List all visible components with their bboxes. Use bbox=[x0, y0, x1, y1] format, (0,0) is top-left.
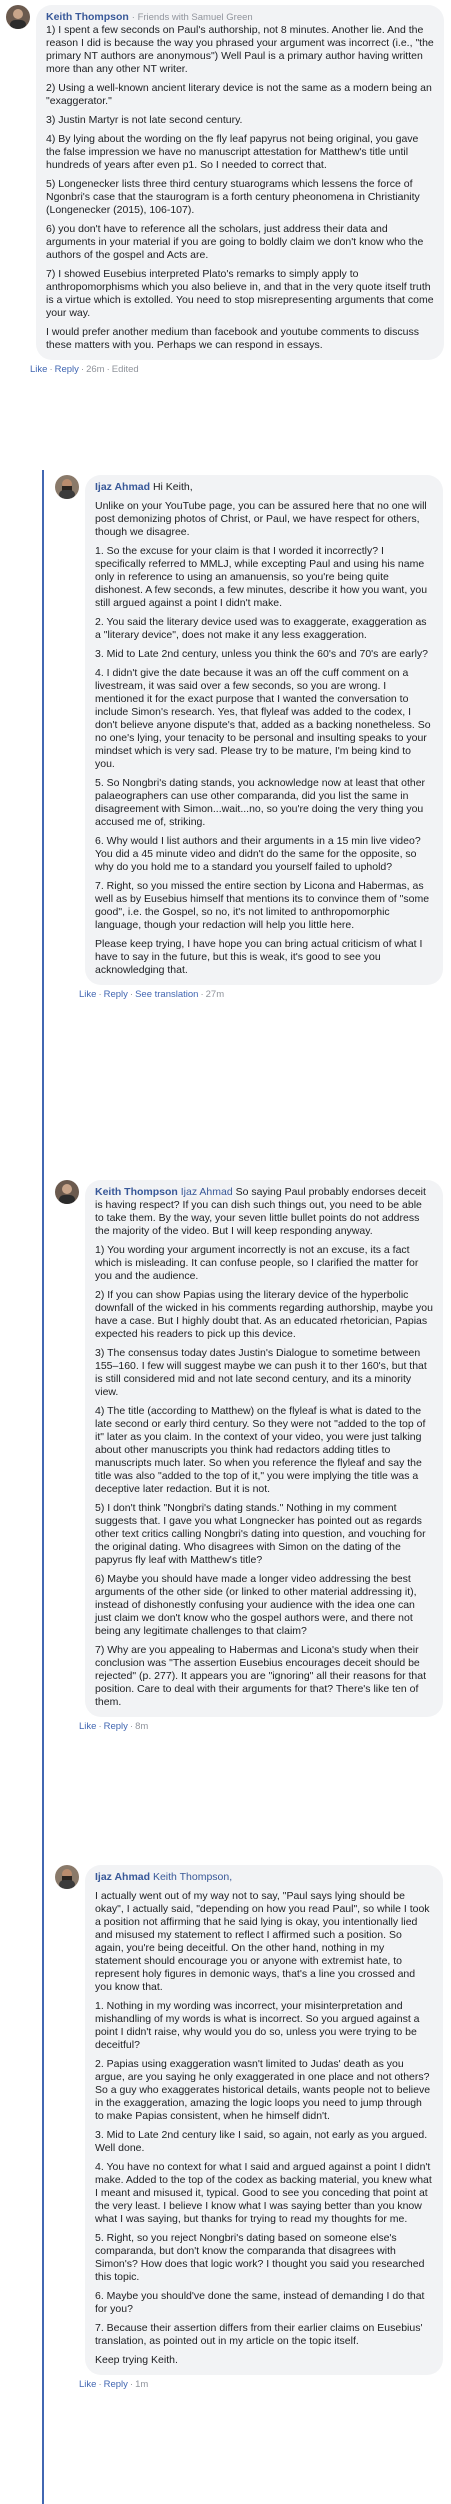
edited-label[interactable]: Edited bbox=[112, 364, 139, 375]
comment-bubble: Ijaz Ahmad Hi Keith, Unlike on your YouT… bbox=[85, 475, 443, 985]
comment-body: Keith Thompson Ijaz Ahmad So saying Paul… bbox=[95, 1186, 433, 1709]
comment-paragraph: I actually went out of my way not to say… bbox=[95, 1890, 430, 1993]
comment-paragraph: Keep trying Keith. bbox=[95, 2354, 178, 2366]
comment-actions: Like · Reply · 8m bbox=[79, 1721, 149, 1732]
reply-keith-2: Keith Thompson Ijaz Ahmad So saying Paul… bbox=[55, 1180, 445, 1733]
comment-paragraph: 3. Mid to Late 2nd century, unless you t… bbox=[95, 648, 429, 660]
comment-bubble: Keith Thompson Ijaz Ahmad So saying Paul… bbox=[85, 1180, 443, 1717]
reply-ijaz-1: Ijaz Ahmad Hi Keith, Unlike on your YouT… bbox=[55, 475, 445, 1001]
comment-bubble: Keith Thompson · Friends with Samuel Gre… bbox=[36, 5, 444, 360]
reply-button[interactable]: Reply bbox=[104, 989, 128, 1000]
reply-button[interactable]: Reply bbox=[104, 1721, 128, 1732]
comment-keith-1: Keith Thompson · Friends with Samuel Gre… bbox=[6, 5, 446, 376]
comment-paragraph: 3) The consensus today dates Justin's Di… bbox=[95, 1347, 427, 1398]
comment-paragraph: Please keep trying, I have hope you can … bbox=[95, 938, 423, 976]
comment-thread: Keith Thompson · Friends with Samuel Gre… bbox=[0, 0, 451, 2504]
comment-author[interactable]: Keith Thompson bbox=[46, 11, 129, 23]
comment-actions: Like · Reply · See translation · 27m bbox=[79, 989, 225, 1000]
like-button[interactable]: Like bbox=[79, 1721, 96, 1732]
reply-ijaz-2: Ijaz Ahmad Keith Thompson, I actually we… bbox=[55, 1865, 445, 2391]
avatar-ijaz[interactable] bbox=[55, 1865, 79, 1889]
comment-paragraph: 1) You wording your argument incorrectly… bbox=[95, 1244, 419, 1282]
comment-paragraph: 5. Right, so you reject Nongbri's dating… bbox=[95, 2232, 425, 2283]
comment-body: 1) I spent a few seconds on Paul's autho… bbox=[46, 24, 434, 352]
comment-bubble: Ijaz Ahmad Keith Thompson, I actually we… bbox=[85, 1865, 443, 2375]
mention-link[interactable]: Keith Thompson, bbox=[153, 1871, 232, 1883]
comment-paragraph: 1. Nothing in my wording was incorrect, … bbox=[95, 2000, 420, 2051]
comment-paragraph: 6. Why would I list authors and their ar… bbox=[95, 835, 421, 873]
comment-paragraph: Ijaz Ahmad Hi Keith, bbox=[95, 481, 193, 493]
comment-paragraph: 6. Maybe you should've done the same, in… bbox=[95, 2290, 425, 2315]
comment-paragraph: 2. Papias using exaggeration wasn't limi… bbox=[95, 2058, 431, 2122]
comment-author[interactable]: Keith Thompson bbox=[95, 1186, 178, 1198]
comment-paragraph: 3. Mid to Late 2nd century like I said, … bbox=[95, 2129, 428, 2154]
comment-actions: Like · Reply · 1m bbox=[79, 2379, 149, 2390]
comment-paragraph: 2) If you can show Papias using the lite… bbox=[95, 1289, 433, 1340]
comment-paragraph: 5. So Nongbri's dating stands, you ackno… bbox=[95, 777, 426, 828]
comment-actions: Like · Reply · 26m · Edited bbox=[30, 364, 139, 375]
comment-paragraph: 3) Justin Martyr is not late second cent… bbox=[46, 114, 243, 126]
comment-paragraph: 6) you don't have to reference all the s… bbox=[46, 223, 424, 261]
comment-author[interactable]: Ijaz Ahmad bbox=[95, 1871, 150, 1883]
comment-paragraph: 5) Longenecker lists three third century… bbox=[46, 178, 420, 216]
comment-paragraph: Unlike on your YouTube page, you can be … bbox=[95, 500, 427, 538]
see-translation-button[interactable]: See translation bbox=[135, 989, 198, 1000]
like-button[interactable]: Like bbox=[30, 364, 47, 375]
mention-link[interactable]: Ijaz Ahmad bbox=[181, 1186, 233, 1198]
comment-paragraph: 4. You have no context for what I said a… bbox=[95, 2161, 432, 2225]
comment-time[interactable]: 8m bbox=[135, 1721, 148, 1732]
avatar-ijaz[interactable] bbox=[55, 475, 79, 499]
comment-paragraph: I would prefer another medium than faceb… bbox=[46, 326, 419, 351]
comment-paragraph: 1) I spent a few seconds on Paul's autho… bbox=[46, 24, 434, 75]
author-context: · Friends with Samuel Green bbox=[131, 12, 253, 23]
comment-paragraph: 6) Maybe you should have made a longer v… bbox=[95, 1573, 417, 1637]
comment-paragraph: 5) I don't think "Nongbri's dating stand… bbox=[95, 1502, 426, 1566]
reply-button[interactable]: Reply bbox=[104, 2379, 128, 2390]
like-button[interactable]: Like bbox=[79, 2379, 96, 2390]
avatar-keith[interactable] bbox=[6, 5, 30, 29]
comment-paragraph: 2. You said the literary device used was… bbox=[95, 616, 427, 641]
comment-paragraph: 7) Why are you appealing to Habermas and… bbox=[95, 1644, 427, 1708]
comment-paragraph: 1. So the excuse for your claim is that … bbox=[95, 545, 428, 609]
comment-paragraph: 2) Using a well-known ancient literary d… bbox=[46, 82, 432, 107]
comment-paragraph: 4) The title (according to Matthew) on t… bbox=[95, 1405, 426, 1495]
comment-paragraph: Keith Thompson Ijaz Ahmad So saying Paul… bbox=[95, 1186, 426, 1237]
reply-thread-line bbox=[42, 470, 44, 2504]
comment-paragraph: 4. I didn't give the date because it was… bbox=[95, 667, 431, 770]
comment-paragraph: 7) I showed Eusebius interpreted Plato's… bbox=[46, 268, 434, 319]
comment-body: I actually went out of my way not to say… bbox=[95, 1890, 433, 2367]
reply-button[interactable]: Reply bbox=[55, 364, 79, 375]
comment-body: Ijaz Ahmad Hi Keith, Unlike on your YouT… bbox=[95, 481, 433, 977]
comment-time[interactable]: 1m bbox=[135, 2379, 148, 2390]
avatar-keith[interactable] bbox=[55, 1180, 79, 1204]
comment-author[interactable]: Ijaz Ahmad bbox=[95, 481, 150, 493]
comment-time[interactable]: 27m bbox=[206, 989, 224, 1000]
comment-paragraph: 7. Because their assertion differs from … bbox=[95, 2322, 423, 2347]
comment-time[interactable]: 26m bbox=[86, 364, 104, 375]
comment-paragraph: 4) By lying about the wording on the fly… bbox=[46, 133, 419, 171]
comment-paragraph: 7. Right, so you missed the entire secti… bbox=[95, 880, 430, 931]
like-button[interactable]: Like bbox=[79, 989, 96, 1000]
